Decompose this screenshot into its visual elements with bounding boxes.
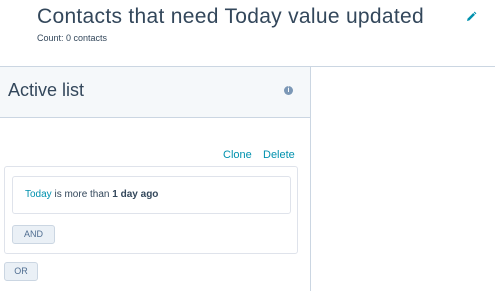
delete-link[interactable]: Delete	[263, 149, 295, 161]
pencil-icon[interactable]	[464, 10, 478, 24]
filter-panel: Active list i Clone Delete Today is more…	[0, 67, 311, 291]
list-header: Contacts that need Today value updated C…	[0, 0, 495, 66]
filter-card[interactable]: Today is more than 1 day ago	[12, 176, 291, 214]
filter-value: 1 day ago	[112, 189, 159, 200]
clone-link[interactable]: Clone	[223, 149, 252, 161]
panel-header: Active list i	[0, 67, 310, 118]
filter-operator: is more than	[51, 189, 113, 200]
page-title: Contacts that need Today value updated	[37, 5, 424, 28]
filter-description: Today is more than 1 day ago	[25, 189, 158, 200]
contact-count: Count: 0 contacts	[37, 33, 108, 43]
filter-group: Today is more than 1 day ago AND	[4, 166, 298, 254]
panel-title: Active list	[8, 80, 85, 100]
or-button[interactable]: OR	[4, 262, 38, 281]
filter-property[interactable]: Today	[25, 189, 52, 200]
and-button[interactable]: AND	[12, 225, 55, 244]
info-icon[interactable]: i	[284, 86, 293, 95]
